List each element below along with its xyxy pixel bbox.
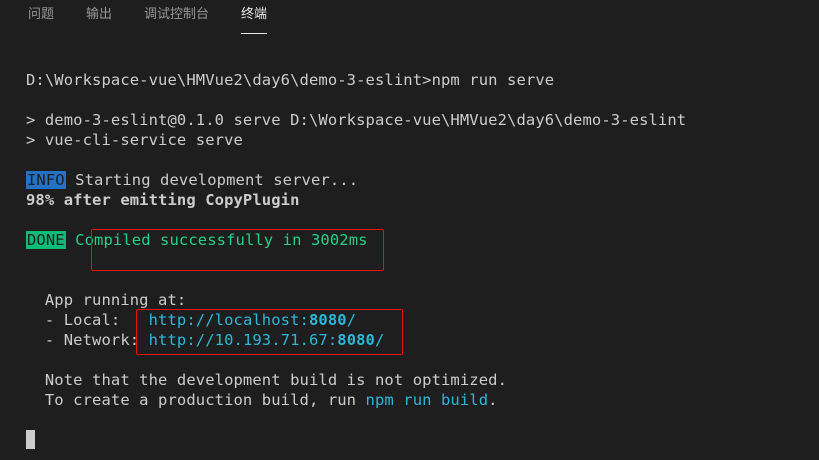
- script-line: > vue-cli-service serve: [26, 131, 243, 149]
- progress-line: 98% after emitting CopyPlugin: [26, 191, 300, 209]
- tab-problems[interactable]: 问题: [28, 0, 54, 33]
- script-line: > demo-3-eslint@0.1.0 serve D:\Workspace…: [26, 111, 687, 129]
- local-label: - Local:: [26, 311, 149, 329]
- info-text: Starting development server...: [65, 171, 359, 189]
- terminal-panel: 问题 输出 调试控制台 终端 D:\Workspace-vue\HMVue2\d…: [0, 0, 819, 460]
- create-build-line: To create a production build, run npm ru…: [26, 391, 498, 409]
- tab-output[interactable]: 输出: [86, 0, 112, 33]
- info-badge: INFO: [26, 171, 66, 189]
- app-running-line: App running at:: [26, 291, 187, 309]
- network-url-link[interactable]: http://10.193.71.67:8080/: [149, 331, 385, 349]
- tab-debug-console[interactable]: 调试控制台: [144, 0, 209, 33]
- done-line: DONE Compiled successfully in 3002ms: [26, 230, 368, 250]
- info-line: INFO Starting development server...: [26, 170, 358, 190]
- tab-terminal[interactable]: 终端: [241, 0, 268, 34]
- note-line: Note that the development build is not o…: [26, 371, 508, 389]
- panel-tab-bar: 问题 输出 调试控制台 终端: [0, 0, 819, 36]
- local-url-line: - Local: http://localhost:8080/: [26, 310, 356, 330]
- terminal-cursor: [26, 430, 35, 449]
- done-text: Compiled successfully in 3002ms: [65, 231, 368, 249]
- network-url-line: - Network: http://10.193.71.67:8080/: [26, 330, 384, 350]
- build-command: npm run build: [365, 391, 489, 409]
- local-url-link[interactable]: http://localhost:8080/: [149, 311, 357, 329]
- network-label: - Network:: [26, 331, 149, 349]
- prompt-line: D:\Workspace-vue\HMVue2\day6\demo-3-esli…: [26, 71, 555, 89]
- done-badge: DONE: [26, 231, 66, 249]
